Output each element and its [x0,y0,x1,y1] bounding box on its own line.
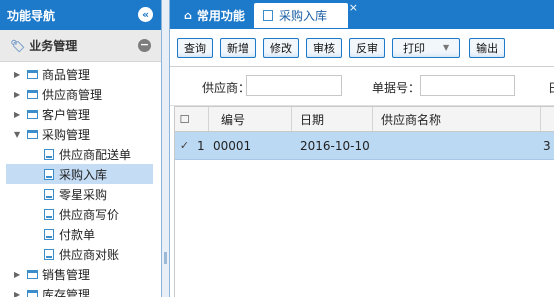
print-label: 打印 [403,41,425,55]
nav-subitem-spot-purchase[interactable]: 零星采购 [0,184,161,204]
document-icon [44,148,54,160]
nav-subitem-label: 供应商对账 [59,247,120,262]
export-button[interactable]: 输出 [469,37,506,58]
row-number: 1 [197,138,205,153]
close-tab-icon[interactable]: × [349,1,358,14]
nav-subitem-purchase-inbound[interactable]: 采购入库 [6,164,153,184]
tab-bar: ⌂ 常用功能 采购入库 × [170,0,554,29]
tab-label: 常用功能 [196,9,245,23]
cell-edge-fragment: 3 [543,138,551,153]
nav-subitem-supplier-reconciliation[interactable]: 供应商对账 [0,244,161,264]
nav-subitem-label: 供应商配送单 [59,147,132,162]
date-label-fragment: 日 [548,79,554,96]
section-business-management[interactable]: 🏷 业务管理 − [0,30,161,62]
document-icon [44,248,54,260]
nav-item-label: 库存管理 [42,287,91,297]
row-checkbox[interactable]: ✓ [175,132,197,159]
nav-subitem-label: 供应商写价 [59,207,120,222]
nav-item-customer-management[interactable]: ▶ 客户管理 [0,104,161,124]
main-area: ⌂ 常用功能 采购入库 × 查询 新增 修改 审核 反审 打印 ▼ 输出 供应商… [170,0,554,297]
doc-no-label: 单据号： [372,81,421,95]
expand-arrow-icon[interactable]: ▶ [14,290,24,297]
folder-icon [27,69,38,79]
collapse-section-icon[interactable]: − [138,39,151,52]
collapse-arrow-icon[interactable]: ▼ [14,130,24,139]
header-col-number[interactable]: 编号 [209,107,292,131]
nav-tree: ▶ 商品管理 ▶ 供应商管理 ▶ 客户管理 ▼ 采购管理 供应商配送单 采购入库 [0,62,161,297]
nav-item-label: 销售管理 [42,267,91,282]
header-select-all[interactable]: ☐ [175,107,209,131]
nav-subitem-label: 零星采购 [59,187,108,202]
chevron-down-icon: ▼ [443,43,450,52]
checkmark-icon[interactable]: ✓ [179,140,190,151]
document-icon [44,228,54,240]
expand-arrow-icon[interactable]: ▶ [14,110,24,119]
nav-subitem-label: 付款单 [59,227,96,242]
table-row[interactable]: ✓ 1 00001 2016-10-10 3 [175,132,554,160]
header-col-supplier-name[interactable]: 供应商名称 [373,107,541,131]
nav-item-inventory-management[interactable]: ▶ 库存管理 [0,284,161,297]
query-button[interactable]: 查询 [177,37,213,58]
cell-supplier-name [373,132,541,159]
nav-item-sales-management[interactable]: ▶ 销售管理 [0,264,161,284]
expand-arrow-icon[interactable]: ▶ [14,90,24,99]
supplier-input[interactable] [246,75,342,96]
tag-icon: 🏷 [10,38,26,53]
document-icon [44,168,54,180]
navigation-panel: 功能导航 « 🏷 业务管理 − ▶ 商品管理 ▶ 供应商管理 ▶ 客户管理 ▼ … [0,0,162,297]
expand-arrow-icon[interactable]: ▶ [14,70,24,79]
document-icon [44,208,54,220]
panel-splitter[interactable] [162,0,170,297]
nav-subitem-supplier-pricing[interactable]: 供应商写价 [0,204,161,224]
section-title: 业务管理 [29,39,78,53]
checkbox-icon[interactable]: ☐ [179,114,190,125]
header-col-date[interactable]: 日期 [292,107,373,131]
folder-icon [27,269,38,279]
modify-button[interactable]: 修改 [263,37,299,58]
nav-subitem-label: 采购入库 [59,167,108,182]
nav-item-label: 商品管理 [42,67,91,82]
folder-icon [27,89,38,99]
home-icon: ⌂ [184,9,192,22]
nav-title: 功能导航 [7,8,56,23]
collapse-nav-icon[interactable]: « [138,7,153,22]
search-form: 供应商： 单据号： 日 [170,67,554,106]
print-button[interactable]: 打印 ▼ [392,37,461,58]
document-icon [263,10,273,21]
tab-purchase-inbound[interactable]: 采购入库 × [254,1,358,28]
folder-icon [27,289,38,297]
data-grid: ☐ 编号 日期 供应商名称 ✓ 1 00001 2016-10-10 3 [174,106,554,297]
nav-header: 功能导航 « [0,0,161,30]
nav-item-product-management[interactable]: ▶ 商品管理 [0,64,161,84]
doc-no-input[interactable] [420,75,515,96]
folder-icon [27,109,38,119]
expand-arrow-icon[interactable]: ▶ [14,270,24,279]
tab-common-functions[interactable]: ⌂ 常用功能 [175,3,254,28]
grid-header: ☐ 编号 日期 供应商名称 [175,106,554,132]
cell-number: 00001 [213,138,252,153]
nav-subitem-supplier-delivery[interactable]: 供应商配送单 [0,144,161,164]
splitter-grip-icon[interactable] [164,252,167,264]
add-button[interactable]: 新增 [220,37,256,58]
cell-date: 2016-10-10 [300,138,370,153]
nav-item-label: 客户管理 [42,107,91,122]
nav-item-supplier-management[interactable]: ▶ 供应商管理 [0,84,161,104]
toolbar: 查询 新增 修改 审核 反审 打印 ▼ 输出 [170,29,554,67]
nav-subitem-payment-order[interactable]: 付款单 [0,224,161,244]
document-icon [44,188,54,200]
nav-item-label: 供应商管理 [42,87,103,102]
tab-label: 采购入库 [279,9,328,23]
folder-icon [27,129,38,139]
nav-item-label: 采购管理 [42,127,91,142]
supplier-label: 供应商： [202,81,251,95]
unaudit-button[interactable]: 反审 [349,37,385,58]
nav-item-purchase-management[interactable]: ▼ 采购管理 [0,124,161,144]
audit-button[interactable]: 审核 [306,37,342,58]
